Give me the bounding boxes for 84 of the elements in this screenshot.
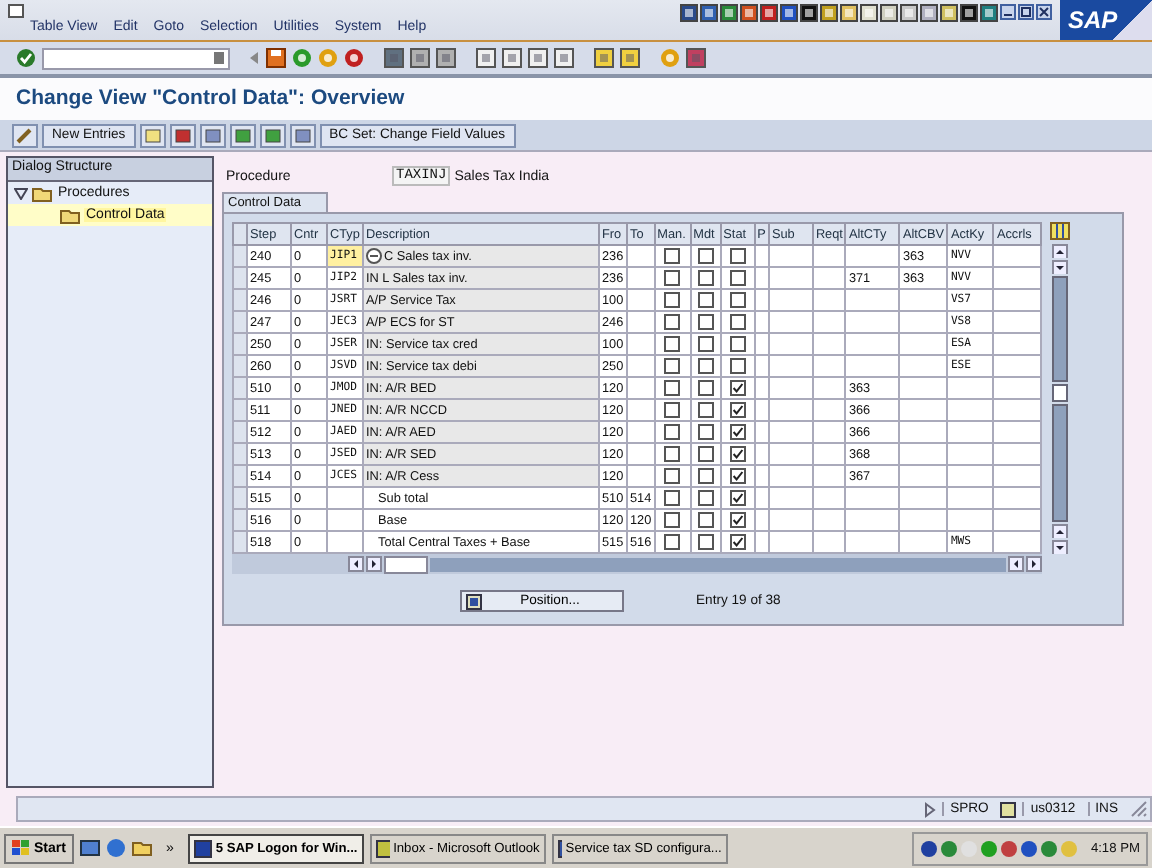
checkbox[interactable] bbox=[664, 490, 681, 506]
checkbox[interactable] bbox=[664, 468, 681, 484]
table-settings-icon[interactable] bbox=[1050, 222, 1071, 240]
horizontal-scrollbar[interactable] bbox=[232, 554, 1043, 574]
toolbar-icon[interactable] bbox=[229, 123, 256, 147]
scroll-down-button[interactable] bbox=[1052, 539, 1069, 555]
checkbox[interactable] bbox=[729, 490, 746, 506]
toolbar-icon[interactable] bbox=[169, 123, 196, 147]
resize-grip-icon[interactable] bbox=[1130, 800, 1148, 818]
checkbox[interactable] bbox=[697, 380, 714, 396]
scroll-right-button[interactable] bbox=[1026, 556, 1043, 572]
maximize-icon[interactable] bbox=[1018, 4, 1034, 20]
checkbox[interactable] bbox=[697, 446, 714, 462]
scroll-up-button[interactable] bbox=[1052, 523, 1069, 538]
checkbox[interactable] bbox=[697, 512, 714, 528]
close-icon[interactable] bbox=[1036, 4, 1052, 20]
checkbox[interactable] bbox=[697, 270, 714, 286]
checkbox[interactable] bbox=[664, 314, 681, 330]
app-icon bbox=[557, 839, 562, 857]
scroll-thumb[interactable] bbox=[384, 555, 428, 573]
checkbox[interactable] bbox=[697, 468, 714, 484]
checkbox[interactable] bbox=[664, 402, 681, 418]
minimize-icon[interactable] bbox=[1000, 4, 1016, 20]
checkbox[interactable] bbox=[697, 402, 714, 418]
checkbox[interactable] bbox=[729, 446, 746, 462]
vertical-scrollbar[interactable] bbox=[1052, 244, 1069, 554]
checkbox[interactable] bbox=[697, 248, 714, 264]
checkbox[interactable] bbox=[729, 358, 746, 374]
checkbox[interactable] bbox=[697, 490, 714, 506]
app-icon bbox=[193, 839, 212, 857]
checkbox[interactable] bbox=[729, 468, 746, 484]
checkbox[interactable] bbox=[729, 248, 746, 264]
checkbox[interactable] bbox=[697, 424, 714, 440]
checkbox[interactable] bbox=[697, 292, 714, 308]
check-icon[interactable] bbox=[16, 48, 36, 68]
scroll-left-button[interactable] bbox=[1008, 556, 1025, 572]
checkbox[interactable] bbox=[729, 314, 746, 330]
page-up-button[interactable] bbox=[1052, 244, 1069, 259]
checkbox[interactable] bbox=[664, 270, 681, 286]
app-icon bbox=[375, 839, 390, 857]
toolbar-icon[interactable] bbox=[259, 123, 286, 147]
page-down-button[interactable] bbox=[1052, 260, 1069, 275]
cancel-icon[interactable] bbox=[344, 48, 364, 68]
triangle-right-icon[interactable] bbox=[924, 801, 937, 817]
checkbox[interactable] bbox=[664, 358, 681, 374]
checkbox[interactable] bbox=[664, 292, 681, 308]
toolbar-icon[interactable] bbox=[199, 123, 226, 147]
screen-title: Change View "Control Data": Overview bbox=[0, 78, 1152, 120]
checkbox[interactable] bbox=[664, 534, 681, 550]
checkbox[interactable] bbox=[664, 512, 681, 528]
scroll-right-button[interactable] bbox=[366, 556, 382, 572]
checkbox[interactable] bbox=[697, 358, 714, 374]
checkbox[interactable] bbox=[664, 248, 681, 264]
triangle-left-icon[interactable] bbox=[248, 50, 260, 66]
checkbox[interactable] bbox=[697, 336, 714, 352]
checkbox[interactable] bbox=[664, 380, 681, 396]
command-field[interactable] bbox=[42, 47, 230, 69]
pencil-icon[interactable] bbox=[12, 123, 38, 147]
checkbox[interactable] bbox=[729, 424, 746, 440]
folder-icon[interactable] bbox=[131, 838, 152, 858]
toolbar-icon[interactable] bbox=[289, 123, 316, 147]
checkbox[interactable] bbox=[729, 270, 746, 286]
sap-logo: SAP bbox=[1060, 0, 1152, 40]
expand-arrow-icon[interactable] bbox=[14, 187, 28, 199]
server-icon bbox=[1000, 801, 1017, 817]
checkbox[interactable] bbox=[664, 336, 681, 352]
checkbox[interactable] bbox=[729, 402, 746, 418]
checkbox[interactable] bbox=[729, 534, 746, 550]
checkbox[interactable] bbox=[697, 314, 714, 330]
flag-icon bbox=[12, 840, 30, 856]
checkbox[interactable] bbox=[729, 292, 746, 308]
window-menu-icon[interactable] bbox=[8, 4, 24, 18]
desktop-icon[interactable] bbox=[79, 838, 100, 858]
checkbox[interactable] bbox=[664, 424, 681, 440]
checkbox[interactable] bbox=[729, 380, 746, 396]
scroll-thumb[interactable] bbox=[1052, 384, 1069, 403]
scroll-left-button[interactable] bbox=[348, 556, 364, 572]
save-icon[interactable] bbox=[266, 48, 286, 68]
position-icon bbox=[466, 593, 482, 609]
checkbox[interactable] bbox=[664, 446, 681, 462]
checkbox[interactable] bbox=[729, 336, 746, 352]
checkbox[interactable] bbox=[697, 534, 714, 550]
value-help-icon[interactable] bbox=[366, 248, 382, 264]
checkbox[interactable] bbox=[729, 512, 746, 528]
